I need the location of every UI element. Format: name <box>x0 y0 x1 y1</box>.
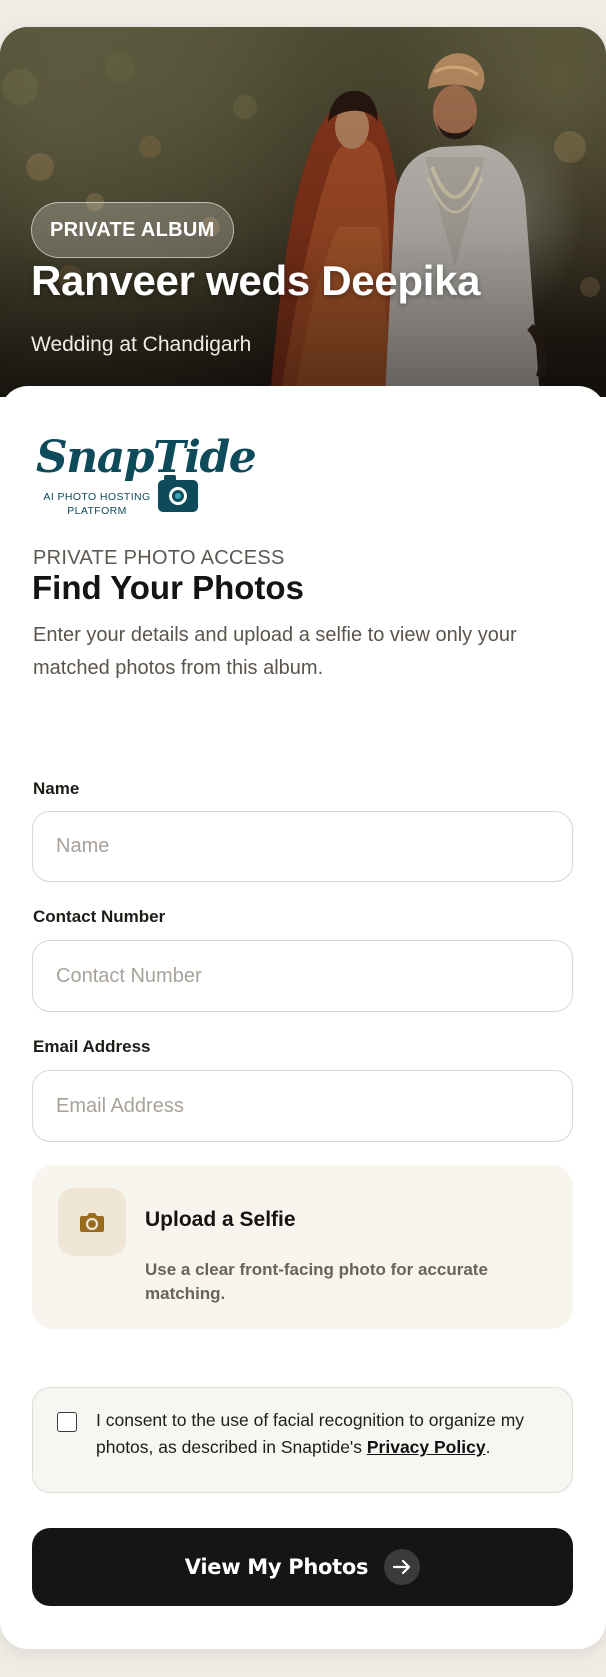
consent-text: I consent to the use of facial recogniti… <box>96 1407 551 1461</box>
upload-icon-box[interactable] <box>58 1188 126 1256</box>
logo-camera-icon <box>158 475 198 512</box>
arrow-right-icon <box>384 1549 421 1585</box>
email-label: Email Address <box>33 1037 151 1056</box>
upload-hint: Use a clear front-facing photo for accur… <box>145 1260 488 1303</box>
album-subtitle: Wedding at Chandigarh <box>31 333 252 356</box>
name-label: Name <box>33 779 80 798</box>
contact-label: Contact Number <box>33 907 166 926</box>
private-album-badge: PRIVATE ALBUM <box>31 202 234 258</box>
consent-checkbox[interactable] <box>57 1412 77 1432</box>
camera-icon <box>80 1213 104 1232</box>
upload-title: Upload a Selfie <box>145 1208 296 1231</box>
view-my-photos-button[interactable]: View My Photos <box>32 1528 573 1606</box>
page-title: Find Your Photos <box>32 569 304 606</box>
privacy-policy-link[interactable]: Privacy Policy <box>367 1437 486 1457</box>
access-form-card: SnapTide AI PHOTO HOSTING PLATFORM PRIVA… <box>0 386 606 1649</box>
snaptide-logo: SnapTide AI PHOTO HOSTING PLATFORM <box>36 432 257 526</box>
logo-tagline: AI PHOTO HOSTING PLATFORM <box>43 491 151 517</box>
view-my-photos-label: View My Photos <box>184 1555 369 1579</box>
logo-wordmark: SnapTide <box>36 432 257 483</box>
email-input[interactable] <box>32 1070 573 1142</box>
hero-banner: PRIVATE ALBUM Ranveer weds Deepika Weddi… <box>0 27 606 397</box>
name-input[interactable] <box>32 811 573 882</box>
section-eyebrow: PRIVATE PHOTO ACCESS <box>33 547 285 569</box>
consent-suffix: . <box>485 1437 491 1457</box>
contact-number-input[interactable] <box>32 940 573 1012</box>
consent-box: I consent to the use of facial recogniti… <box>32 1387 573 1493</box>
upload-selfie-area[interactable]: Upload a Selfie Use a clear front-facing… <box>32 1165 573 1329</box>
page-description: Enter your details and upload a selfie t… <box>33 624 517 679</box>
album-access-card: PRIVATE ALBUM Ranveer weds Deepika Weddi… <box>0 27 606 1649</box>
album-title: Ranveer weds Deepika <box>31 257 481 304</box>
